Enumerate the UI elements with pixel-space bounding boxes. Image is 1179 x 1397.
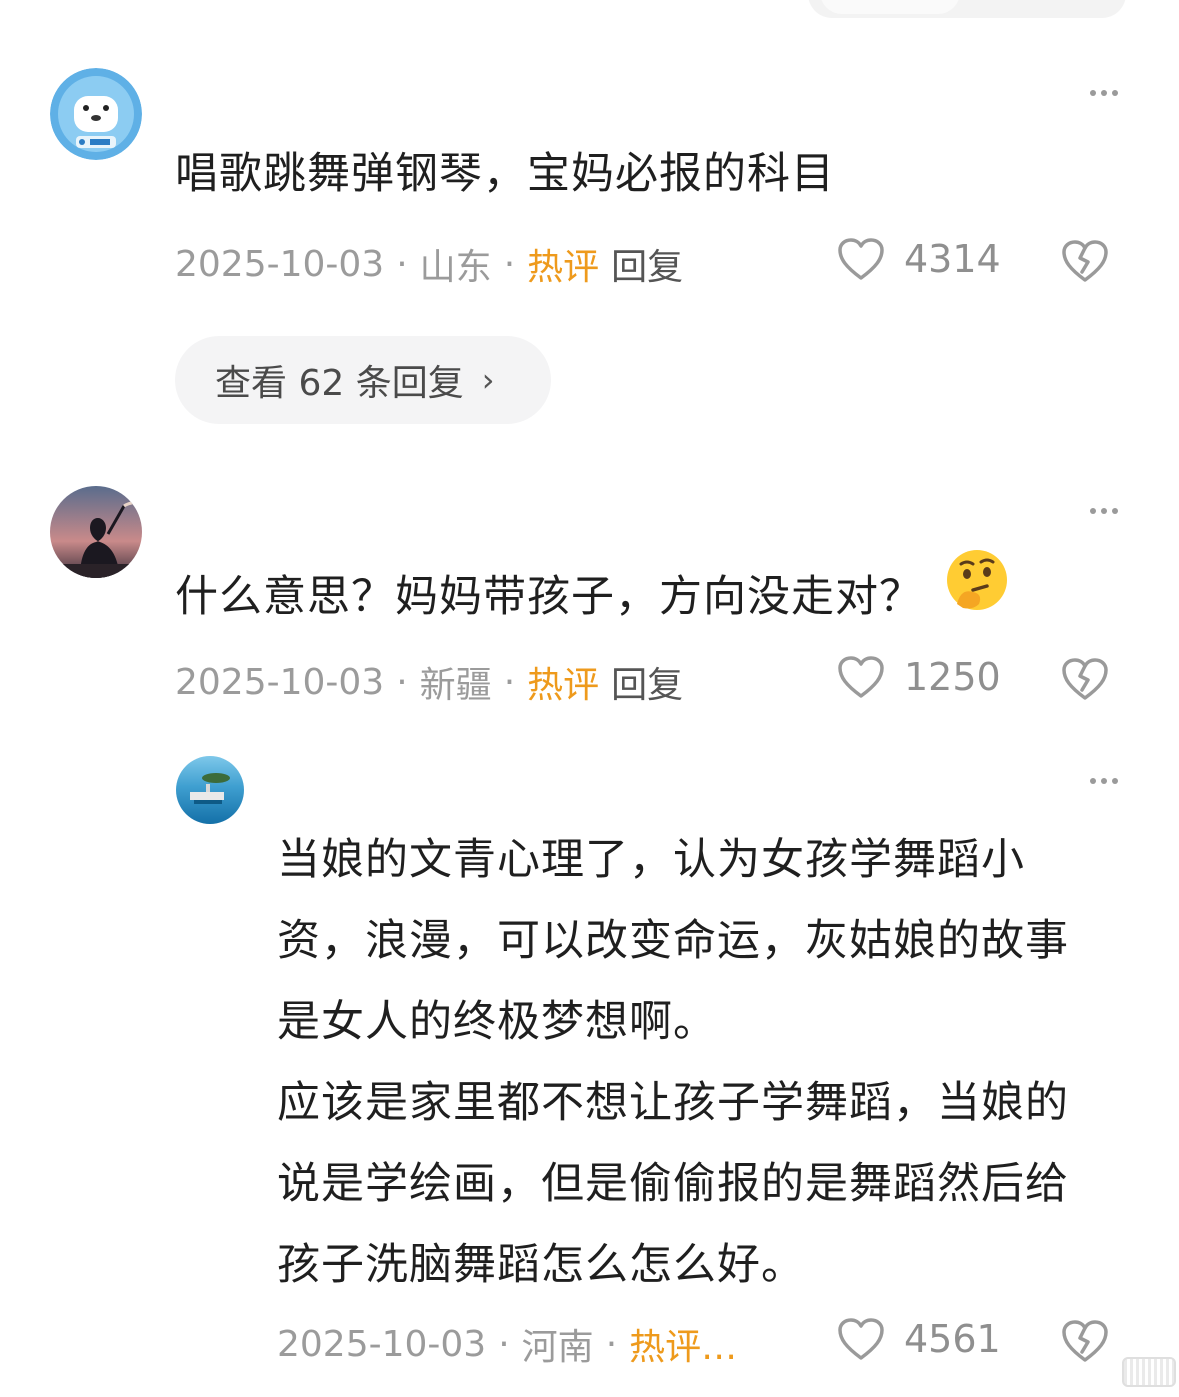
- like-button[interactable]: 1250: [836, 654, 1001, 700]
- avatar[interactable]: [176, 756, 244, 824]
- broken-heart-icon: [1062, 1320, 1108, 1362]
- comment-meta: 2025-10-03 · 河南 · 热评…: [277, 1318, 737, 1370]
- like-count: 4314: [904, 237, 1001, 281]
- heart-icon: [838, 1318, 884, 1360]
- comment-text: 什么意思？妈妈带孩子，方向没走对？: [175, 550, 1011, 647]
- hot-comment-tag: 热评…: [629, 1327, 738, 1368]
- more-dots-icon[interactable]: [1090, 778, 1118, 784]
- thinking-face-emoji: [943, 546, 1011, 641]
- chevron-right-icon: ›: [481, 361, 495, 399]
- reply-button[interactable]: 回复: [611, 656, 683, 708]
- like-button[interactable]: 4314: [836, 236, 1001, 282]
- top-partial-pill-inner: [820, 0, 960, 14]
- comment-text: 唱歌跳舞弹钢琴，宝妈必报的科目: [175, 149, 835, 199]
- watermark: [1122, 1357, 1176, 1387]
- separator: ·: [396, 661, 408, 703]
- comment-meta: 2025-10-03 · 新疆 · 热评 回复: [175, 656, 683, 708]
- like-button[interactable]: 4561: [836, 1316, 1001, 1362]
- comment-text: 当娘的文青心理了，认为女孩学舞蹈小 资，浪漫，可以改变命运，灰姑娘的故事 是女人…: [277, 820, 1069, 1306]
- view-replies-label: 查看 62 条回复: [215, 363, 464, 404]
- comment-date: 2025-10-03: [277, 1323, 487, 1365]
- hot-comment-tag: 热评: [527, 665, 600, 706]
- separator: ·: [605, 1323, 618, 1365]
- heart-icon: [838, 656, 884, 698]
- comment-meta: 2025-10-03 · 山东 · 热评 回复: [175, 238, 683, 290]
- broken-heart-icon: [1062, 240, 1108, 282]
- comment-text-line: 说是学绘画，但是偷偷报的是舞蹈然后给: [277, 1159, 1069, 1209]
- avatar[interactable]: [50, 68, 142, 160]
- comment-text-line: 是女人的终极梦想啊。: [277, 997, 717, 1047]
- comment-location: 山东: [419, 247, 492, 288]
- comment-text-line: 应该是家里都不想让孩子学舞蹈，当娘的: [277, 1078, 1069, 1128]
- view-replies-button[interactable]: 查看 62 条回复 ›: [175, 336, 551, 424]
- comment-date: 2025-10-03: [175, 661, 385, 703]
- separator: ·: [498, 1323, 510, 1365]
- comment-text-line: 资，浪漫，可以改变命运，灰姑娘的故事: [277, 916, 1069, 966]
- dislike-button[interactable]: [1060, 238, 1110, 288]
- heart-icon: [838, 238, 884, 280]
- comment-text-line: 孩子洗脑舞蹈怎么怎么好。: [277, 1240, 805, 1290]
- separator: ·: [503, 243, 516, 285]
- avatar[interactable]: [50, 486, 142, 578]
- comment-date: 2025-10-03: [175, 243, 385, 285]
- separator: ·: [396, 243, 408, 285]
- dislike-button[interactable]: [1060, 656, 1110, 706]
- like-count: 4561: [904, 1317, 1001, 1361]
- like-count: 1250: [904, 655, 1001, 699]
- broken-heart-icon: [1062, 658, 1108, 700]
- separator: ·: [503, 661, 516, 703]
- more-dots-icon[interactable]: [1090, 90, 1118, 96]
- comment-location: 新疆: [419, 665, 492, 706]
- more-dots-icon[interactable]: [1090, 508, 1118, 514]
- reply-button[interactable]: 回复: [611, 238, 683, 290]
- comment-text-content: 什么意思？妈妈带孩子，方向没走对？: [175, 572, 923, 622]
- comment-location: 河南: [521, 1327, 594, 1368]
- dislike-button[interactable]: [1060, 1318, 1110, 1368]
- hot-comment-tag: 热评: [527, 247, 600, 288]
- comment-text-line: 当娘的文青心理了，认为女孩学舞蹈小: [277, 835, 1025, 885]
